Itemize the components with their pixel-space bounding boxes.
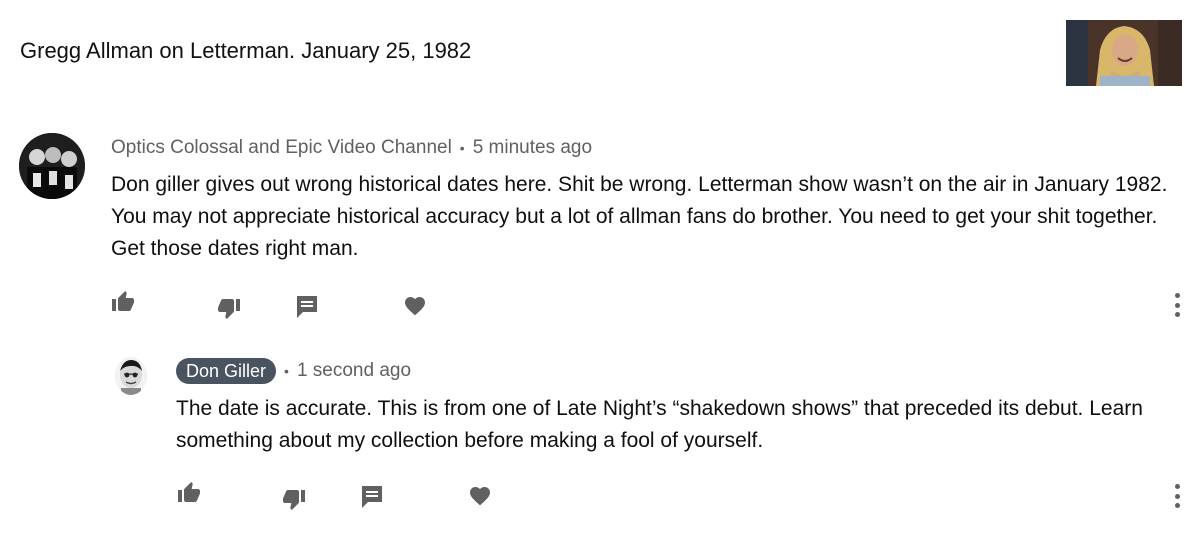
meta-separator: • [284,363,289,379]
comment-author[interactable]: Optics Colossal and Epic Video Channel [111,137,452,159]
reply-text: The date is accurate. This is from one o… [176,397,1143,452]
like-icon[interactable] [110,290,136,314]
commenter-avatar[interactable] [19,133,85,199]
dislike-icon[interactable] [216,296,242,320]
comment-timestamp[interactable]: 5 minutes ago [473,137,592,159]
heart-icon[interactable] [468,484,492,506]
reply-timestamp[interactable]: 1 second ago [297,360,411,382]
comment-text: Don giller gives out wrong historical da… [111,173,1168,260]
video-thumbnail[interactable] [1066,20,1182,86]
reply-meta: Don Giller • 1 second ago [176,358,411,384]
reply-author-badge[interactable]: Don Giller [176,358,277,384]
meta-separator: • [459,140,465,156]
reply-avatar[interactable] [115,357,147,395]
video-title: Gregg Allman on Letterman. January 25, 1… [20,38,472,63]
heart-icon[interactable] [403,294,427,316]
reply-icon[interactable] [295,294,319,320]
more-vert-icon[interactable] [1173,293,1181,317]
reply-icon[interactable] [360,484,384,510]
comment-meta: Optics Colossal and Epic Video Channel •… [111,137,592,159]
more-vert-icon[interactable] [1173,484,1181,508]
dislike-icon[interactable] [281,487,307,511]
like-icon[interactable] [176,481,202,505]
